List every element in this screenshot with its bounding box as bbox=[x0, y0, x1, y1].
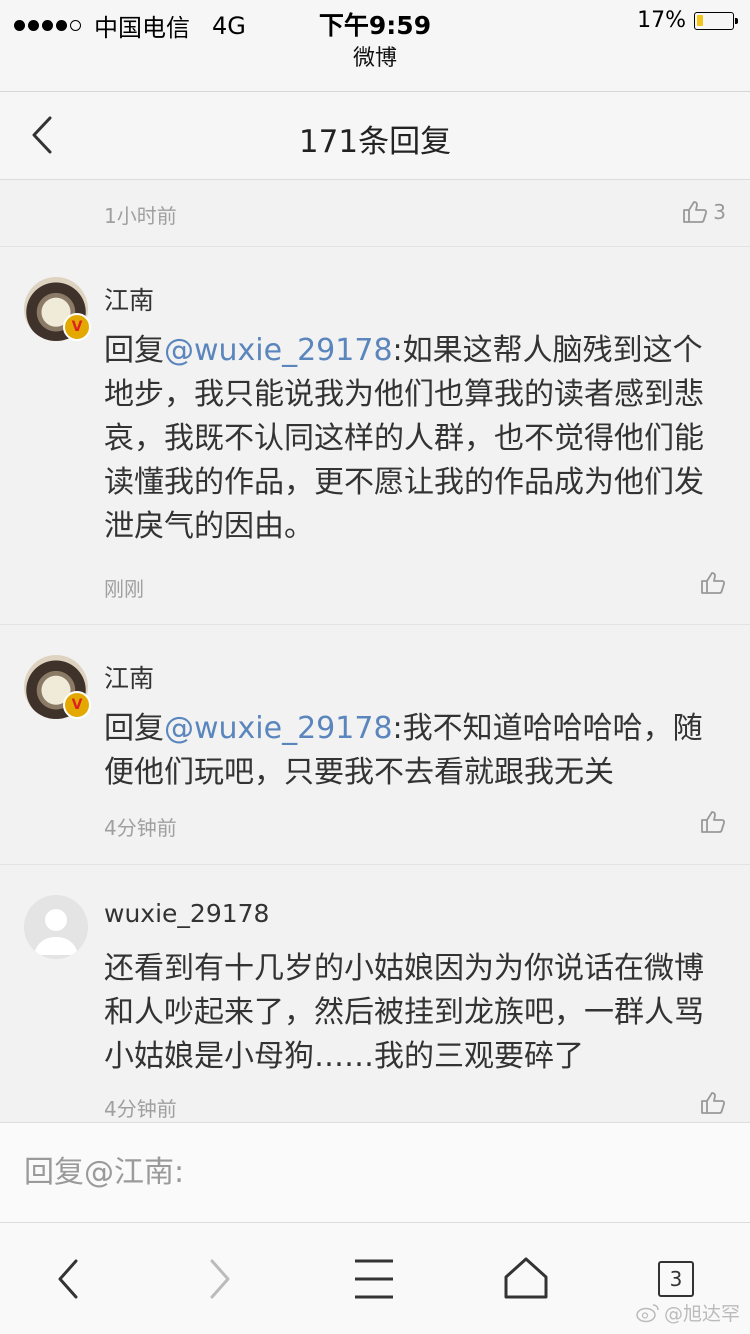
browser-forward-button[interactable] bbox=[192, 1251, 248, 1307]
status-app-name: 微博 bbox=[352, 46, 397, 71]
chevron-right-icon bbox=[210, 1259, 230, 1299]
like-count: 3 bbox=[713, 200, 726, 224]
page-title: 171条回复 bbox=[298, 124, 452, 160]
thumbs-up-icon bbox=[683, 201, 708, 223]
battery-percent: 17% bbox=[637, 8, 686, 33]
comment-time: 刚刚 bbox=[104, 577, 144, 601]
thumbs-up-icon bbox=[701, 1092, 726, 1114]
menu-button[interactable] bbox=[346, 1251, 402, 1307]
battery-icon bbox=[694, 11, 738, 30]
thumbs-up-icon bbox=[701, 572, 726, 594]
comment-text: 回复@wuxie_29178:如果这帮人脑残到这个地步，我只能说我为他们也算我的… bbox=[104, 329, 724, 549]
weibo-logo-icon bbox=[636, 1303, 659, 1322]
comment-text: 回复@wuxie_29178:我不知道哈哈哈哈，随便他们玩吧，只要我不去看就跟我… bbox=[104, 707, 724, 795]
avatar[interactable] bbox=[24, 895, 88, 959]
thumbs-up-icon bbox=[701, 811, 726, 833]
status-bar: 中国电信 4G 下午9:59 微博 17% bbox=[0, 0, 750, 92]
like-button[interactable] bbox=[700, 810, 726, 834]
reply-bar bbox=[0, 1122, 750, 1223]
comment-time: 4分钟前 bbox=[104, 816, 177, 840]
comment-item: wuxie_29178 还看到有十几岁的小姑娘因为为你说话在微博和人吵起来了，然… bbox=[0, 864, 750, 1122]
chevron-left-icon bbox=[58, 1259, 78, 1299]
comment-username[interactable]: wuxie_29178 bbox=[104, 899, 269, 928]
default-avatar-icon bbox=[34, 909, 78, 955]
watermark-text: @旭达罕 bbox=[663, 1303, 740, 1325]
reply-time: 1小时前 bbox=[104, 204, 177, 228]
browser-back-button[interactable] bbox=[40, 1251, 96, 1307]
verified-badge-icon: V bbox=[63, 691, 91, 719]
status-right: 17% bbox=[637, 8, 738, 33]
comment-text: 还看到有十几岁的小姑娘因为为你说话在微博和人吵起来了，然后被挂到龙族吧，一群人骂… bbox=[104, 951, 704, 1074]
comment-item: V 江南 回复@wuxie_29178:如果这帮人脑残到这个地步，我只能说我为他… bbox=[0, 246, 750, 625]
reply-prefix: 回复 bbox=[104, 711, 164, 746]
comment-item: V 江南 回复@wuxie_29178:我不知道哈哈哈哈，随便他们玩吧，只要我不… bbox=[0, 624, 750, 865]
like-button[interactable] bbox=[700, 1091, 726, 1115]
watermark: @旭达罕 bbox=[636, 1299, 740, 1326]
home-button[interactable] bbox=[498, 1251, 554, 1307]
reply-prefix: 回复 bbox=[104, 333, 164, 368]
mention-link[interactable]: @wuxie_29178 bbox=[164, 333, 393, 368]
replies-list[interactable]: 1小时前 3 V 江南 回复@wuxie_29178:如果这帮人脑残到这个地步，… bbox=[0, 180, 750, 1122]
nav-bar: 171条回复 bbox=[0, 92, 750, 180]
browser-toolbar: 3 @旭达罕 bbox=[0, 1223, 750, 1334]
comment-username[interactable]: 江南 bbox=[104, 659, 154, 695]
tabs-button[interactable]: 3 bbox=[658, 1261, 694, 1297]
battery-level bbox=[697, 14, 703, 26]
verified-badge-icon: V bbox=[63, 313, 91, 341]
menu-icon bbox=[355, 1259, 393, 1299]
comment-username[interactable]: 江南 bbox=[104, 281, 154, 317]
reply-input[interactable] bbox=[24, 1149, 714, 1195]
home-icon bbox=[504, 1257, 548, 1299]
mention-link[interactable]: @wuxie_29178 bbox=[164, 711, 393, 746]
comment-time: 4分钟前 bbox=[104, 1097, 177, 1121]
like-button[interactable]: 3 bbox=[682, 200, 726, 224]
like-button[interactable] bbox=[700, 571, 726, 595]
